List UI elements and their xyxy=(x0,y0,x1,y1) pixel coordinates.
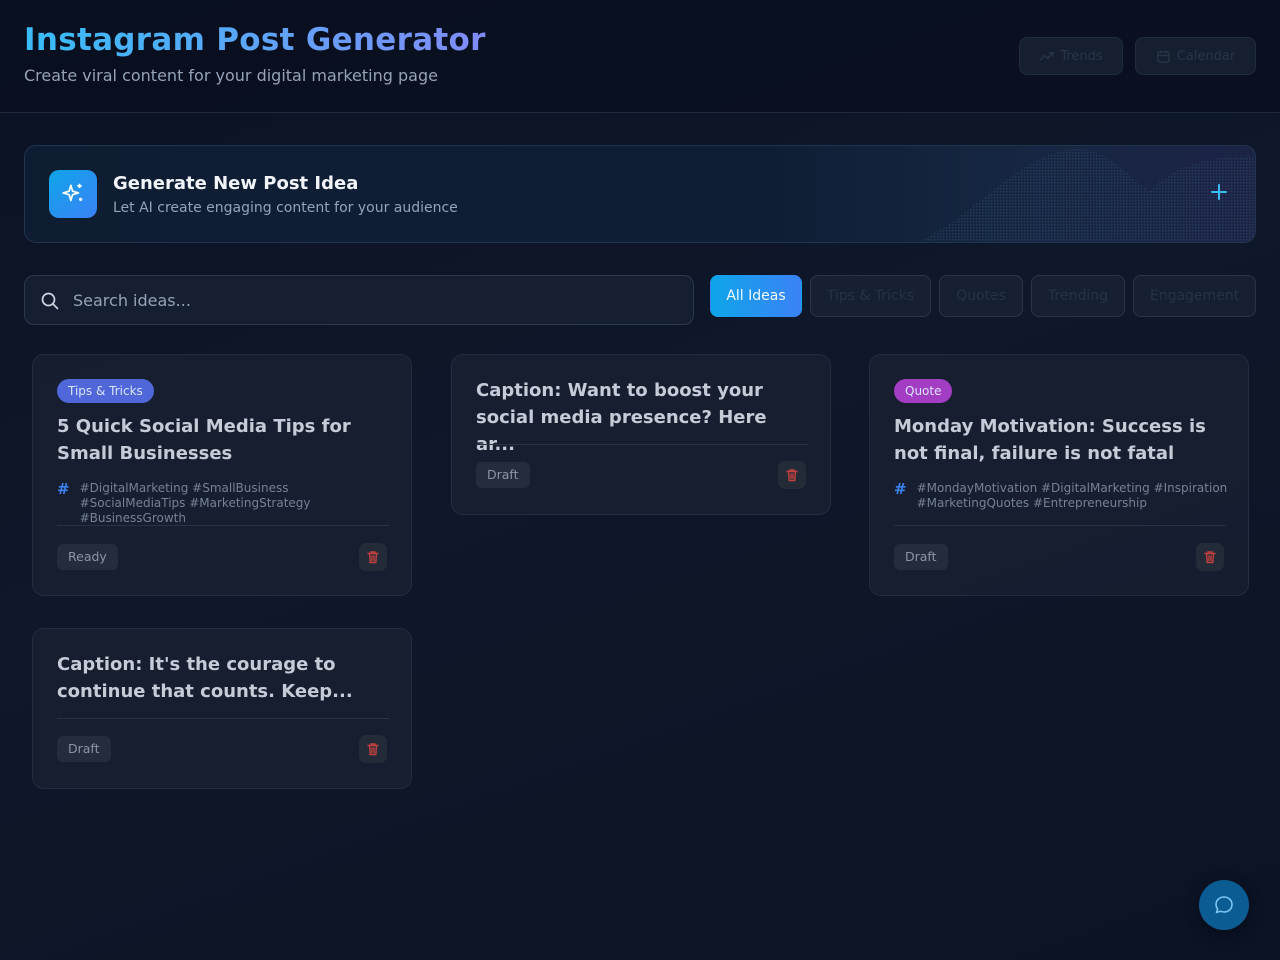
hash-icon: # xyxy=(57,480,70,498)
filter-tips-tricks[interactable]: Tips & Tricks xyxy=(810,275,931,317)
search-icon xyxy=(41,292,59,310)
post-card[interactable]: Tips & Tricks 5 Quick Social Media Tips … xyxy=(32,354,412,596)
delete-button[interactable] xyxy=(778,461,806,489)
hashtags-row: # #DigitalMarketing #SmallBusiness #Soci… xyxy=(57,481,392,526)
delete-button[interactable] xyxy=(359,543,387,571)
post-title: Caption: Want to boost your social media… xyxy=(476,380,767,455)
search-input[interactable] xyxy=(73,276,673,324)
status-badge: Draft xyxy=(476,462,530,488)
search-box[interactable] xyxy=(24,275,694,325)
trash-icon xyxy=(367,551,379,564)
trash-icon xyxy=(1204,551,1216,564)
generate-post-card[interactable]: Generate New Post Idea Let AI create eng… xyxy=(24,145,1256,243)
filter-all-ideas[interactable]: All Ideas xyxy=(710,275,802,317)
post-card[interactable]: Caption: It's the courage to continue th… xyxy=(32,628,412,789)
hashtags-row: # #MondayMotivation #DigitalMarketing #I… xyxy=(894,481,1229,511)
hashtags: #DigitalMarketing #SmallBusiness #Social… xyxy=(79,481,311,525)
hashtags: #MondayMotivation #DigitalMarketing #Ins… xyxy=(916,481,1228,510)
trend-icon xyxy=(1039,51,1055,61)
status-badge: Draft xyxy=(894,544,948,570)
calendar-icon xyxy=(1156,49,1170,63)
calendar-label: Calendar xyxy=(1176,48,1236,64)
divider xyxy=(894,525,1226,526)
app-header: Instagram Post Generator Create viral co… xyxy=(0,0,1280,113)
decorative-wave xyxy=(775,146,1255,242)
trends-button[interactable]: Trends xyxy=(1019,37,1123,75)
category-tag: Tips & Tricks xyxy=(57,379,154,403)
trash-icon xyxy=(367,743,379,756)
page-subtitle: Create viral content for your digital ma… xyxy=(24,66,438,85)
divider xyxy=(476,444,808,445)
calendar-button[interactable]: Calendar xyxy=(1135,37,1256,75)
post-card[interactable]: Quote Monday Motivation: Success is not … xyxy=(869,354,1249,596)
trash-icon xyxy=(786,469,798,482)
generate-title: Generate New Post Idea xyxy=(113,173,359,194)
sparkles-icon xyxy=(49,170,97,218)
chat-bubble-icon xyxy=(1215,896,1233,914)
post-title: Caption: It's the courage to continue th… xyxy=(57,654,353,702)
delete-button[interactable] xyxy=(1196,543,1224,571)
hash-icon: # xyxy=(894,480,907,498)
filter-quotes[interactable]: Quotes xyxy=(939,275,1023,317)
status-badge: Ready xyxy=(57,544,118,570)
page-title: Instagram Post Generator xyxy=(24,22,486,58)
divider xyxy=(57,718,389,719)
status-badge: Draft xyxy=(57,736,111,762)
generate-subtitle: Let AI create engaging content for your … xyxy=(113,200,458,216)
divider xyxy=(57,525,389,526)
filter-trending[interactable]: Trending xyxy=(1031,275,1125,317)
post-title: Monday Motivation: Success is not final,… xyxy=(894,416,1206,464)
trends-label: Trends xyxy=(1060,48,1103,64)
category-tag: Quote xyxy=(894,379,953,403)
post-card[interactable]: Caption: Want to boost your social media… xyxy=(451,354,831,515)
post-title: 5 Quick Social Media Tips for Small Busi… xyxy=(57,416,351,464)
plus-icon[interactable] xyxy=(1207,182,1231,206)
filter-engagement[interactable]: Engagement xyxy=(1133,275,1256,317)
delete-button[interactable] xyxy=(359,735,387,763)
chat-button[interactable] xyxy=(1199,880,1249,930)
